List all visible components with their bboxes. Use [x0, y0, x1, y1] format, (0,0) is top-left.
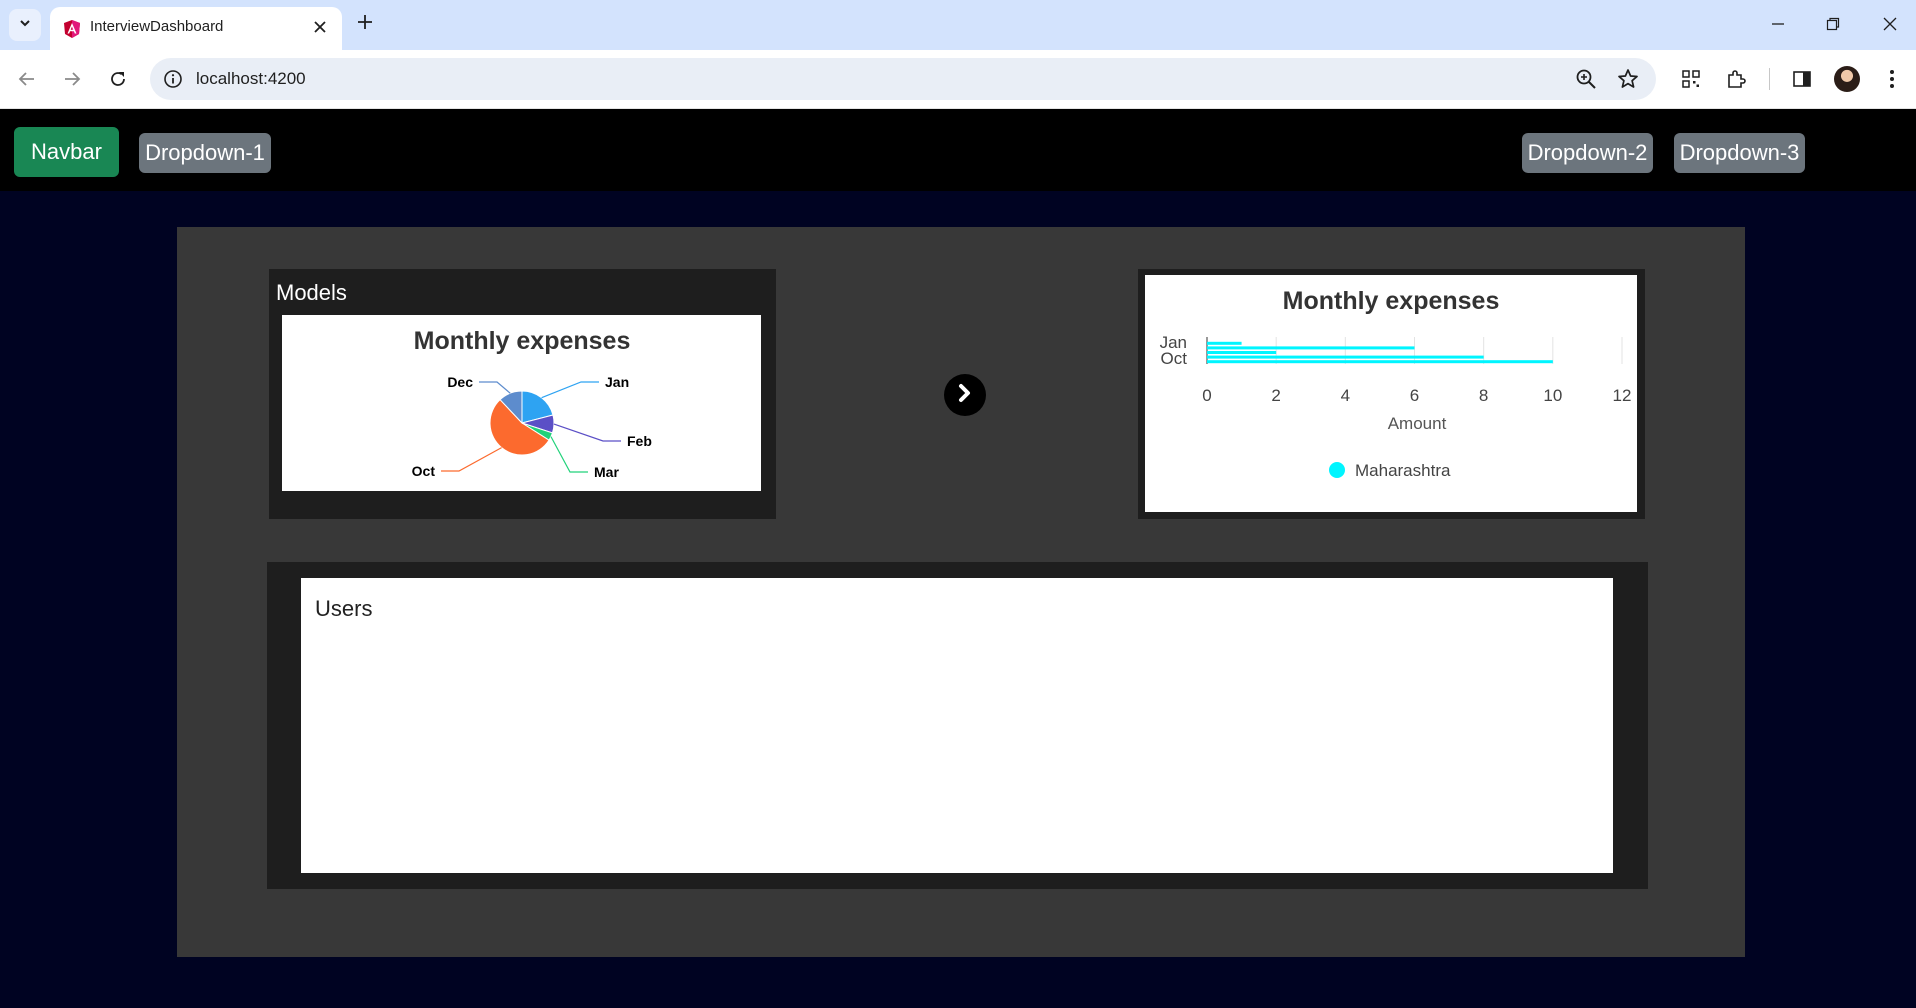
pie-label-jan: Jan — [605, 374, 629, 390]
bookmark-star-icon[interactable] — [1616, 67, 1640, 91]
qr-code-icon[interactable] — [1678, 66, 1704, 92]
bar-x-tick-label: 0 — [1202, 386, 1211, 405]
pie-label-feb: Feb — [627, 433, 652, 449]
dropdown-3-button[interactable]: Dropdown-3 — [1674, 133, 1805, 173]
site-info-icon[interactable] — [162, 68, 184, 90]
pie-connector-oct — [441, 447, 502, 472]
back-icon[interactable] — [12, 64, 42, 94]
restore-icon[interactable] — [1815, 10, 1851, 38]
minimize-icon[interactable] — [1760, 10, 1796, 38]
users-label: Users — [315, 596, 373, 621]
dropdown-2-button[interactable]: Dropdown-2 — [1522, 133, 1653, 173]
browser-toolbar: localhost:4200 — [0, 50, 1916, 109]
models-card: Models Monthly expenses Jan Feb Mar Oct Dec — [269, 269, 776, 519]
new-tab-icon[interactable] — [353, 10, 377, 34]
forward-icon[interactable] — [57, 64, 87, 94]
pie-connector-dec — [479, 381, 511, 394]
bar — [1207, 351, 1277, 354]
chevron-right-circle-icon — [955, 383, 975, 408]
tab-title: InterviewDashboard — [90, 18, 224, 35]
menu-kebab-icon[interactable] — [1879, 66, 1905, 92]
pie-label-mar: Mar — [594, 464, 619, 480]
next-chevron-button[interactable] — [944, 374, 986, 416]
bar-y-tick-label: Oct — [1161, 349, 1188, 368]
users-card: Users — [267, 562, 1648, 889]
bar-chart: Monthly expenses 0 2 4 6 8 10 12JanOct Amount … — [1160, 287, 1632, 480]
bar-chart-panel: Monthly expenses 0 2 4 6 8 10 12 Jan Oct Amount … — [1145, 275, 1637, 512]
pie-label-dec: Dec — [447, 374, 473, 390]
pie-connector-jan — [541, 381, 599, 399]
side-panel-icon[interactable] — [1789, 66, 1815, 92]
bar-x-tick-label: 8 — [1479, 386, 1488, 405]
legend-label: Maharashtra — [1355, 461, 1451, 480]
bar-x-tick-label: 12 — [1613, 386, 1632, 405]
bar-x-axis-label: Amount — [1388, 414, 1447, 433]
zoom-icon[interactable] — [1574, 67, 1598, 91]
pie-connector-mar — [550, 436, 588, 473]
models-label: Models — [276, 280, 347, 305]
bar-chart-card: Monthly expenses 0 2 4 6 8 10 12 Jan Oct Amount … — [1138, 269, 1645, 519]
toolbar-divider — [1769, 68, 1770, 90]
window-close-icon[interactable] — [1872, 10, 1908, 38]
browser-tabstrip: InterviewDashboard — [0, 0, 1916, 50]
profile-avatar[interactable] — [1834, 66, 1860, 92]
legend-marker — [1329, 462, 1345, 478]
extensions-icon[interactable] — [1723, 66, 1749, 92]
tab-close-icon[interactable] — [308, 15, 332, 39]
bar-x-tick-label: 2 — [1271, 386, 1280, 405]
pie-label-oct: Oct — [412, 463, 436, 479]
chevron-down-icon — [18, 16, 32, 35]
pie-chart: Monthly expenses Jan Feb Mar Oct Dec — [412, 327, 652, 480]
bar — [1207, 341, 1242, 345]
pie-chart-panel: Monthly expenses Jan Feb Mar Oct Dec — [282, 315, 761, 491]
bar-chart-title: Monthly expenses — [1283, 287, 1500, 315]
users-panel: Users — [301, 578, 1613, 873]
bar — [1207, 346, 1415, 350]
pie-chart-title: Monthly expenses — [414, 327, 631, 355]
dropdown-1-button[interactable]: Dropdown-1 — [139, 133, 271, 173]
navbar-brand-button[interactable]: Navbar — [14, 127, 119, 177]
tab-search-button[interactable] — [9, 9, 41, 41]
browser-tab[interactable]: InterviewDashboard — [50, 7, 342, 50]
url-text: localhost:4200 — [196, 69, 306, 88]
bar-x-tick-label: 10 — [1543, 386, 1562, 405]
pie-connector-feb — [553, 423, 621, 442]
reload-icon[interactable] — [103, 64, 133, 94]
bar-x-tick-label: 4 — [1341, 386, 1350, 405]
bar-x-tick-label: 6 — [1410, 386, 1419, 405]
app-navbar: Navbar Dropdown-1 Dropdown-2 Dropdown-3 — [0, 109, 1916, 191]
address-bar[interactable]: localhost:4200 — [150, 58, 1656, 100]
bar — [1207, 355, 1484, 359]
angular-icon — [62, 19, 82, 39]
bar — [1207, 360, 1553, 364]
